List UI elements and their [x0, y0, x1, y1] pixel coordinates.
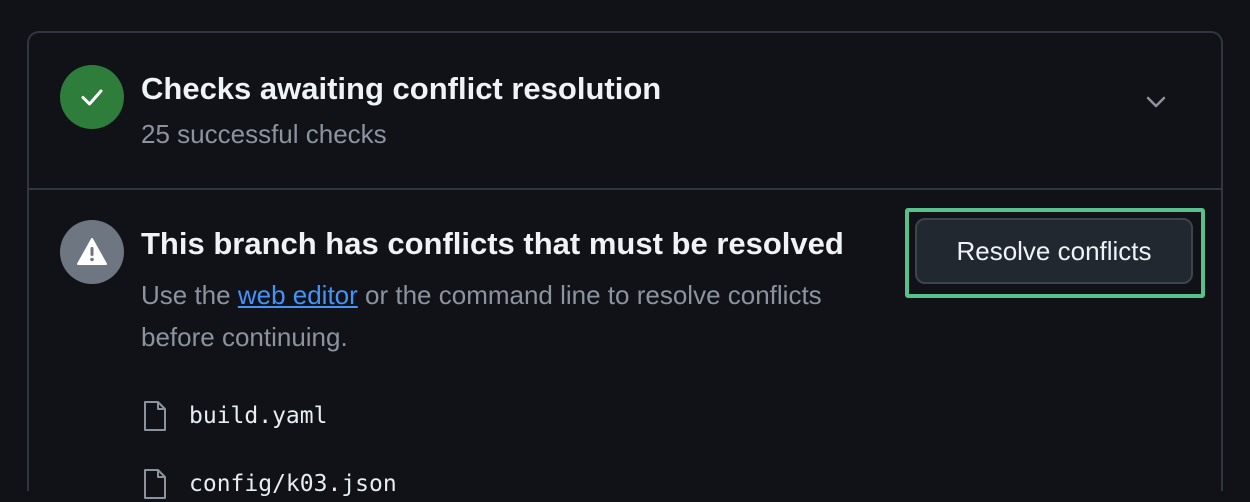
conflict-file-name: config/k03.json [189, 471, 397, 497]
conflict-description: Use the web editor or the command line t… [141, 274, 841, 358]
conflict-file-item[interactable]: config/k03.json [141, 466, 397, 502]
checks-subtitle: 25 successful checks [141, 119, 387, 149]
web-editor-link[interactable]: web editor [238, 280, 358, 310]
checks-title: Checks awaiting conflict resolution [141, 71, 662, 106]
file-icon [141, 468, 169, 500]
conflicts-section: This branch has conflicts that must be r… [29, 190, 1221, 499]
chevron-down-icon [1146, 96, 1166, 108]
conflict-title: This branch has conflicts that must be r… [141, 226, 844, 261]
checks-section: Checks awaiting conflict resolution 25 s… [29, 33, 1221, 190]
resolve-conflicts-button[interactable]: Resolve conflicts [915, 218, 1193, 284]
check-icon [81, 89, 103, 106]
success-status-badge [60, 65, 124, 129]
conflict-file-item[interactable]: build.yaml [141, 398, 327, 434]
conflict-file-name: build.yaml [189, 403, 328, 429]
alert-icon [77, 238, 107, 265]
conflict-status-badge [60, 220, 124, 284]
conflict-desc-prefix: Use the [141, 280, 238, 310]
file-icon [141, 400, 169, 432]
merge-status-panel: Checks awaiting conflict resolution 25 s… [27, 31, 1223, 499]
expand-checks-toggle[interactable] [1141, 87, 1171, 117]
